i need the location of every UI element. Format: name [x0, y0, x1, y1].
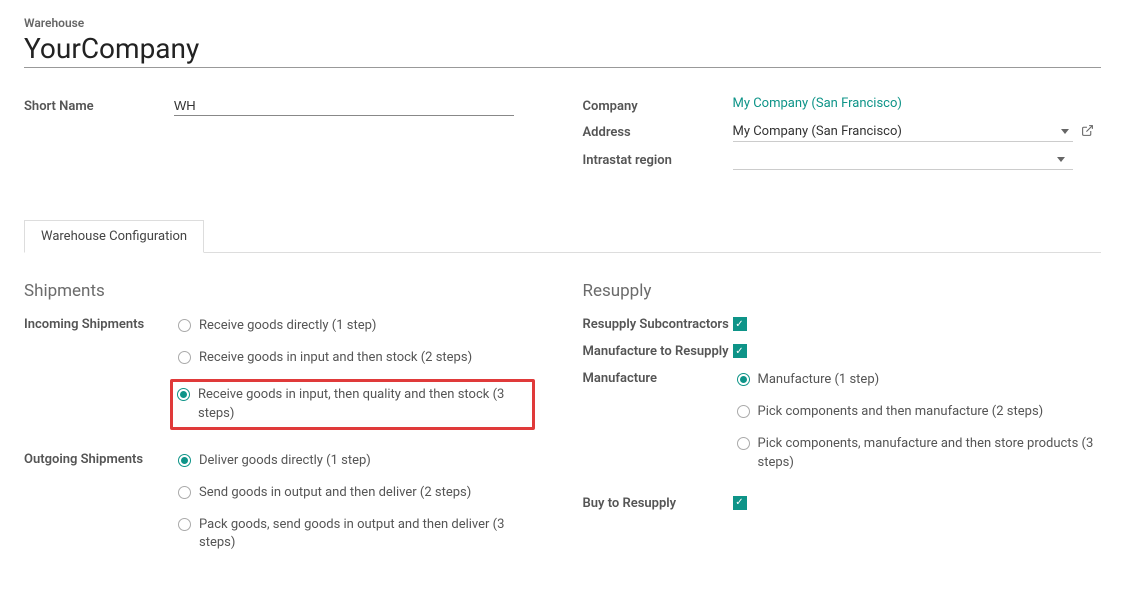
manufacture-to-resupply-checkbox[interactable]	[733, 344, 747, 358]
chevron-down-icon	[1057, 157, 1065, 162]
radio-icon	[737, 373, 750, 386]
resupply-subcontractors-checkbox[interactable]	[733, 317, 747, 331]
incoming-option-3[interactable]: Receive goods in input, then quality and…	[170, 379, 535, 429]
radio-icon	[178, 518, 191, 531]
outgoing-option-3[interactable]: Pack goods, send goods in output and the…	[174, 514, 543, 554]
buy-to-resupply-label: Buy to Resupply	[583, 494, 733, 511]
sections: Shipments Incoming Shipments Receive goo…	[24, 281, 1101, 575]
radio-label: Pack goods, send goods in output and the…	[199, 516, 539, 552]
resupply-subcontractors-label: Resupply Subcontractors	[583, 315, 733, 332]
radio-icon	[737, 405, 750, 418]
intrastat-label: Intrastat region	[583, 150, 733, 168]
short-name-input[interactable]	[174, 96, 514, 116]
tabs: Warehouse Configuration	[24, 220, 1101, 253]
address-value: My Company (San Francisco)	[733, 124, 1057, 139]
manufacture-option-2[interactable]: Pick components and then manufacture (2 …	[733, 401, 1102, 423]
manufacture-label: Manufacture	[583, 369, 733, 386]
radio-label: Pick components and then manufacture (2 …	[758, 403, 1044, 421]
company-link[interactable]: My Company (San Francisco)	[733, 96, 902, 111]
radio-label: Deliver goods directly (1 step)	[199, 452, 371, 470]
manufacture-option-1[interactable]: Manufacture (1 step)	[733, 369, 1102, 391]
outgoing-option-1[interactable]: Deliver goods directly (1 step)	[174, 450, 543, 472]
radio-icon	[737, 437, 750, 450]
incoming-label: Incoming Shipments	[24, 315, 174, 332]
radio-label: Receive goods in input, then quality and…	[198, 386, 528, 422]
right-col: Company My Company (San Francisco) Addre…	[583, 96, 1102, 178]
tab-warehouse-configuration[interactable]: Warehouse Configuration	[24, 220, 204, 253]
radio-icon	[178, 319, 191, 332]
header: Warehouse YourCompany	[24, 16, 1101, 68]
header-label: Warehouse	[24, 16, 1101, 30]
address-label: Address	[583, 122, 733, 140]
radio-label: Receive goods in input and then stock (2…	[199, 349, 472, 367]
outgoing-label: Outgoing Shipments	[24, 450, 174, 467]
manufacture-to-resupply-label: Manufacture to Resupply	[583, 342, 733, 359]
manufacture-option-3[interactable]: Pick components, manufacture and then st…	[733, 433, 1102, 473]
radio-label: Manufacture (1 step)	[758, 371, 880, 389]
resupply-title: Resupply	[583, 281, 1102, 301]
radio-label: Send goods in output and then deliver (2…	[199, 484, 471, 502]
intrastat-select[interactable]	[733, 150, 1073, 170]
outgoing-option-2[interactable]: Send goods in output and then deliver (2…	[174, 482, 543, 504]
radio-icon	[177, 388, 190, 401]
warehouse-name-input[interactable]: YourCompany	[24, 32, 1101, 68]
company-label: Company	[583, 96, 733, 114]
radio-icon	[178, 454, 191, 467]
short-name-label: Short Name	[24, 96, 174, 114]
chevron-down-icon	[1061, 129, 1069, 134]
radio-icon	[178, 486, 191, 499]
incoming-option-2[interactable]: Receive goods in input and then stock (2…	[174, 347, 543, 369]
incoming-option-1[interactable]: Receive goods directly (1 step)	[174, 315, 543, 337]
radio-label: Receive goods directly (1 step)	[199, 317, 376, 335]
shipments-section: Shipments Incoming Shipments Receive goo…	[24, 281, 543, 575]
resupply-section: Resupply Resupply Subcontractors Manufac…	[583, 281, 1102, 575]
buy-to-resupply-checkbox[interactable]	[733, 496, 747, 510]
radio-icon	[178, 351, 191, 364]
external-link-icon[interactable]	[1081, 124, 1094, 141]
form-top: Short Name Company My Company (San Franc…	[24, 96, 1101, 178]
address-select[interactable]: My Company (San Francisco)	[733, 122, 1073, 142]
shipments-title: Shipments	[24, 281, 543, 301]
left-col: Short Name	[24, 96, 543, 178]
radio-label: Pick components, manufacture and then st…	[758, 435, 1098, 471]
